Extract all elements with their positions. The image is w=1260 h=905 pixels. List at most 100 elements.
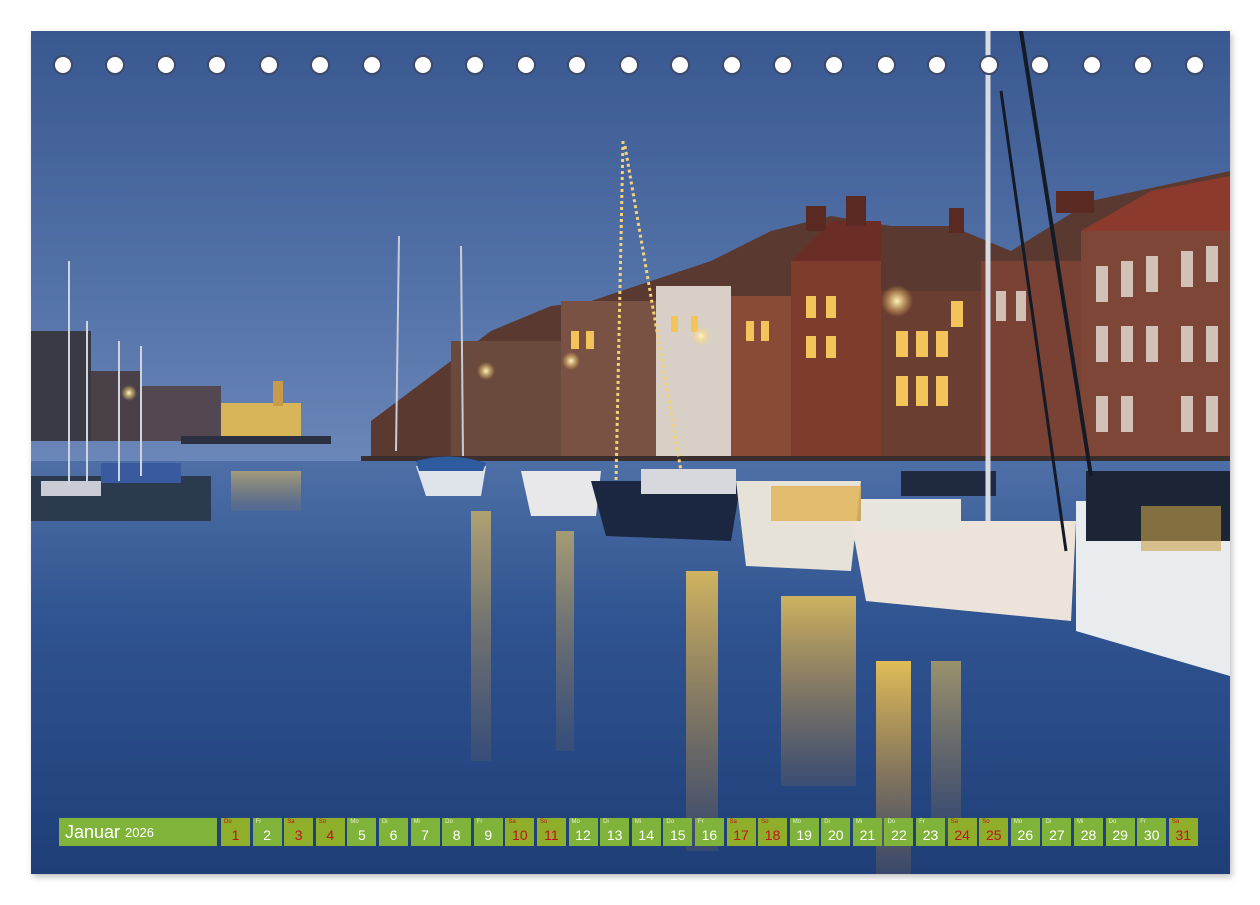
day-cell: Do 1: [221, 818, 250, 846]
weekday-label: Fr: [919, 819, 925, 825]
day-number: 12: [575, 827, 591, 843]
day-cell: So 18: [758, 818, 788, 846]
day-number: 11: [544, 827, 559, 843]
day-number: 14: [638, 827, 654, 843]
day-cell: Sa 24: [947, 818, 977, 846]
weekday-label: Mo: [1013, 819, 1023, 825]
weekday-label: Do: [666, 819, 674, 825]
day-number: 10: [512, 827, 528, 843]
weekday-label: So: [761, 819, 769, 825]
day-number: 8: [452, 827, 461, 843]
weekday-label: Fr: [255, 819, 262, 825]
canal-scene: [31, 31, 1230, 874]
day-cell: Fr 2: [252, 818, 282, 846]
calendar-bar: Januar 2026 Do 1 Fr 2 Sa 3 So 4 Mo 5 Di 6 Mi 7 Do 8 Fr 9 S…: [59, 818, 1203, 846]
month-label: Januar 2026: [59, 818, 217, 846]
day-cell: Fr 30: [1137, 818, 1167, 846]
day-cell: Do 29: [1105, 818, 1135, 846]
weekday-label: Di: [603, 819, 609, 825]
year-label: 2026: [125, 824, 154, 840]
day-cell: So 4: [315, 818, 345, 846]
day-cell: Di 27: [1042, 818, 1072, 846]
weekday-label: So: [982, 819, 990, 825]
weekday-label: Fr: [476, 819, 483, 825]
weekday-label: Sa: [950, 819, 958, 825]
day-number: 26: [1017, 827, 1034, 843]
day-number: 9: [484, 827, 493, 843]
day-number: 28: [1080, 827, 1097, 843]
day-cell: Di 13: [600, 818, 630, 846]
weekday-label: Di: [1045, 819, 1052, 825]
day-number: 3: [294, 827, 303, 843]
day-number: 1: [231, 827, 240, 843]
day-number: 24: [954, 827, 970, 843]
weekday-label: Mo: [350, 819, 359, 825]
day-number: 31: [1175, 827, 1192, 843]
day-number: 2: [263, 827, 271, 843]
day-cell: Do 15: [663, 818, 693, 846]
day-number: 20: [827, 827, 844, 843]
day-cell: Sa 17: [726, 818, 756, 846]
day-number: 25: [985, 827, 1002, 843]
day-number: 29: [1112, 827, 1128, 843]
weekday-label: Di: [381, 819, 388, 825]
day-number: 16: [701, 827, 718, 843]
day-cell: Sa 10: [505, 818, 535, 846]
month-name: Januar: [65, 821, 121, 842]
weekday-label: Fr: [1140, 819, 1146, 825]
day-cell: Fr 9: [473, 818, 503, 846]
weekday-label: Sa: [729, 819, 737, 825]
day-number: 13: [606, 827, 623, 843]
day-number: 22: [891, 827, 907, 843]
day-number: 18: [764, 827, 781, 843]
day-cell: Mi 28: [1074, 818, 1104, 846]
weekday-label: So: [539, 819, 548, 825]
day-cell: So 25: [979, 818, 1009, 846]
canal-night-photo: [31, 31, 1230, 874]
day-cell: Di 6: [378, 818, 408, 846]
weekday-label: Mi: [634, 819, 642, 825]
day-cell: Mo 26: [1010, 818, 1040, 846]
weekday-label: Do: [224, 819, 232, 825]
day-number: 4: [326, 827, 335, 843]
weekday-label: Mo: [792, 819, 802, 825]
day-cells: Do 1 Fr 2 Sa 3 So 4 Mo 5 Di 6 Mi 7 Do 8 Fr 9 Sa 10 So 11 Mo 12 D…: [221, 818, 1200, 846]
day-cell: Mi 21: [852, 818, 882, 846]
day-number: 27: [1049, 827, 1065, 843]
weekday-label: Sa: [287, 819, 295, 825]
day-cell: Mi 7: [410, 818, 440, 846]
day-cell: Mo 5: [347, 818, 377, 846]
day-cell: Mo 12: [568, 818, 598, 846]
weekday-label: Mi: [855, 819, 863, 825]
day-number: 6: [389, 827, 398, 843]
day-cell: Fr 16: [694, 818, 724, 846]
day-number: 30: [1143, 827, 1160, 843]
weekday-label: Sa: [508, 819, 516, 825]
day-cell: Mo 19: [789, 818, 819, 846]
weekday-label: So: [318, 819, 327, 825]
weekday-label: Sa: [1171, 819, 1180, 825]
weekday-label: Fr: [697, 819, 704, 825]
day-cell: So 11: [536, 818, 566, 846]
day-cell: Sa 3: [284, 818, 314, 846]
day-cell: Mi 14: [631, 818, 661, 846]
day-number: 19: [796, 827, 812, 843]
day-number: 23: [922, 827, 939, 843]
weekday-label: Mi: [413, 819, 420, 825]
day-cell: Fr 23: [916, 818, 946, 846]
weekday-label: Do: [1108, 819, 1117, 825]
day-cell: Do 8: [442, 818, 472, 846]
day-number: 21: [859, 827, 876, 843]
weekday-label: Mo: [571, 819, 580, 825]
bridge: [181, 436, 331, 444]
day-number: 7: [421, 827, 429, 843]
weekday-label: Do: [445, 819, 453, 825]
weekday-label: Mi: [1077, 819, 1084, 825]
day-number: 17: [733, 827, 749, 843]
day-cell: Di 20: [821, 818, 851, 846]
weekday-label: Di: [824, 819, 830, 825]
day-number: 15: [670, 827, 686, 843]
weekday-label: Do: [887, 819, 896, 825]
day-number: 5: [357, 827, 366, 843]
day-cell: Do 22: [884, 818, 914, 846]
